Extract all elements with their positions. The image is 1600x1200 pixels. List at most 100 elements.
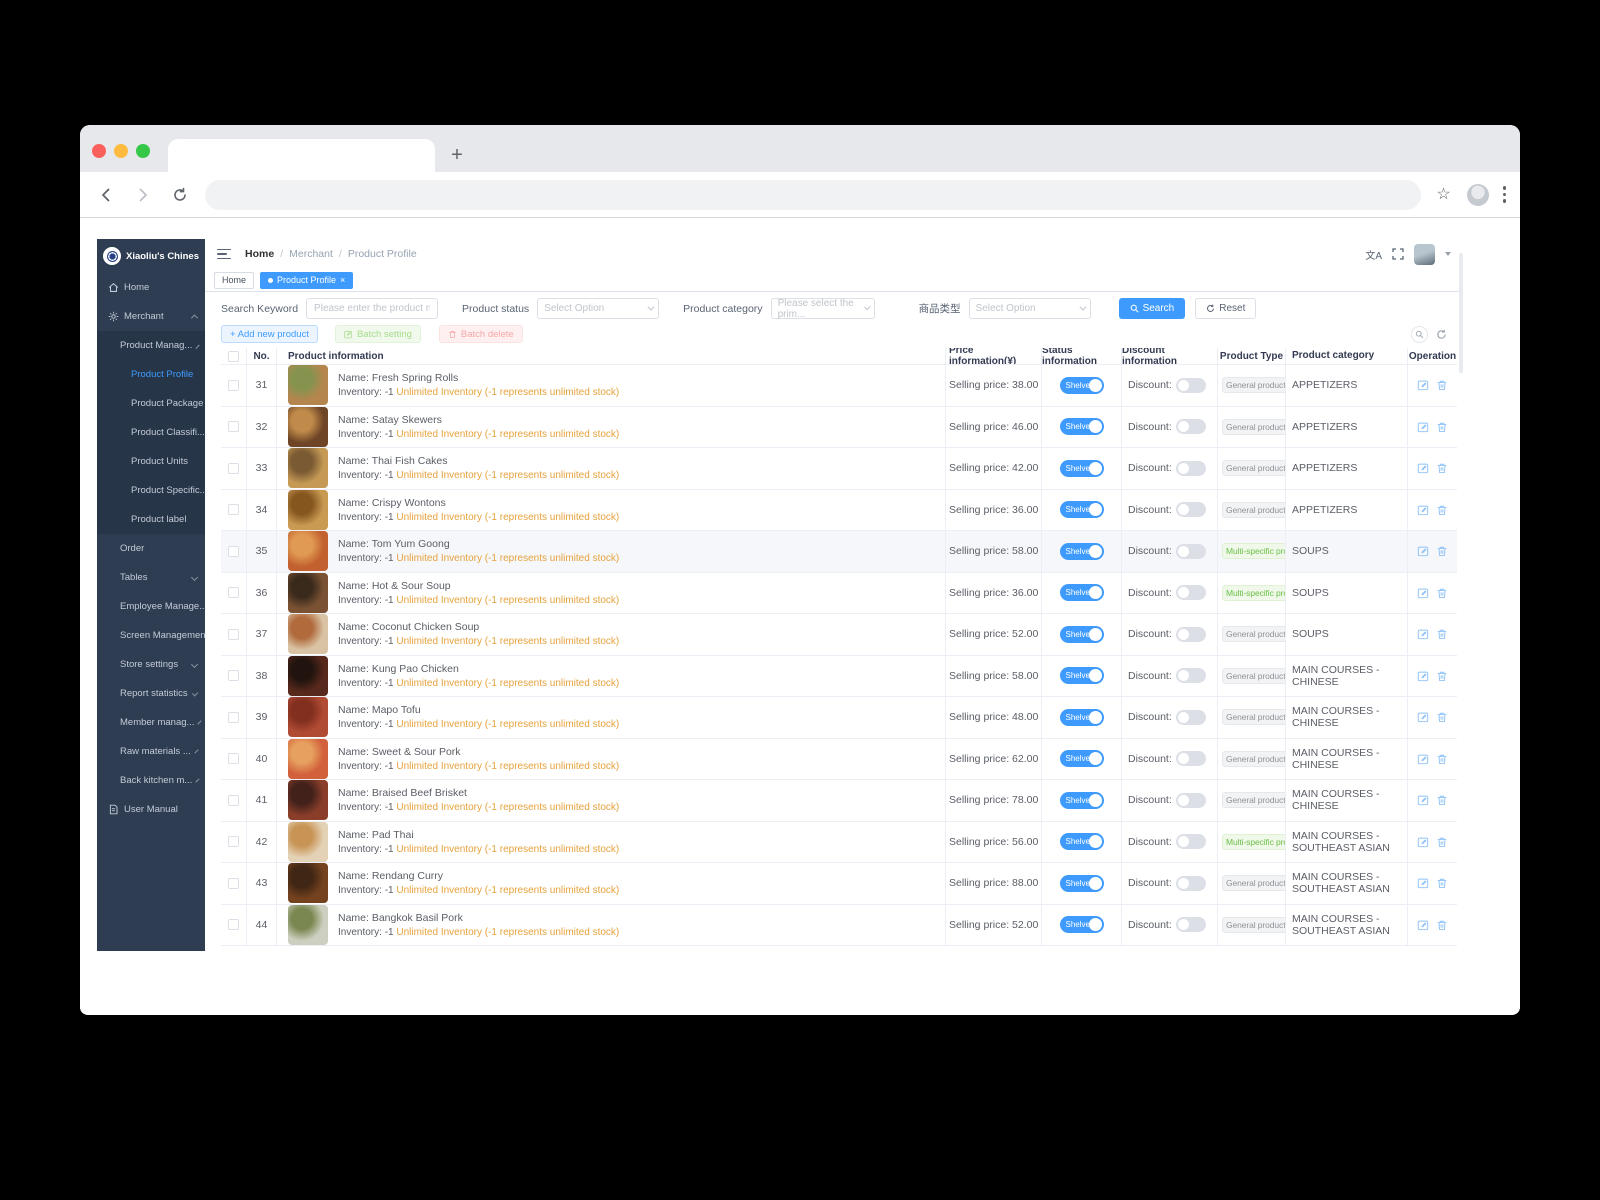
discount-toggle[interactable] <box>1176 419 1206 434</box>
edit-icon[interactable] <box>1417 877 1429 889</box>
edit-icon[interactable] <box>1417 753 1429 765</box>
tag-view-home[interactable]: Home <box>214 272 254 289</box>
row-checkbox[interactable] <box>228 712 239 723</box>
discount-toggle[interactable] <box>1176 627 1206 642</box>
discount-toggle[interactable] <box>1176 917 1206 932</box>
edit-icon[interactable] <box>1417 794 1429 806</box>
edit-icon[interactable] <box>1417 462 1429 474</box>
discount-toggle[interactable] <box>1176 710 1206 725</box>
delete-icon[interactable] <box>1436 753 1448 765</box>
row-checkbox[interactable] <box>228 836 239 847</box>
new-tab-button[interactable]: + <box>444 143 470 169</box>
shelves-toggle[interactable]: Shelves <box>1060 792 1104 809</box>
delete-icon[interactable] <box>1436 836 1448 848</box>
edit-icon[interactable] <box>1417 504 1429 516</box>
batch-setting-button[interactable]: Batch setting <box>335 325 421 343</box>
browser-profile-avatar[interactable] <box>1467 184 1489 206</box>
sidebar-item-store-settings[interactable]: Store settings <box>97 650 205 679</box>
row-checkbox[interactable] <box>228 919 239 930</box>
reload-icon[interactable] <box>168 183 192 207</box>
table-search-icon[interactable] <box>1411 326 1428 343</box>
sidebar-item-product-classifi[interactable]: Product Classifi... <box>97 418 205 447</box>
shelves-toggle[interactable]: Shelves <box>1060 543 1104 560</box>
cn-type-select[interactable]: Select Option <box>969 298 1091 319</box>
delete-icon[interactable] <box>1436 587 1448 599</box>
row-checkbox[interactable] <box>228 878 239 889</box>
category-select[interactable]: Please select the prim... <box>771 298 875 319</box>
delete-icon[interactable] <box>1436 504 1448 516</box>
breadcrumb-merchant[interactable]: Merchant <box>289 248 333 260</box>
status-select[interactable]: Select Option <box>537 298 659 319</box>
shelves-toggle[interactable]: Shelves <box>1060 501 1104 518</box>
maximize-window-button[interactable] <box>136 144 150 158</box>
bookmark-star-icon[interactable]: ☆ <box>1433 184 1455 206</box>
sidebar-item-product-package[interactable]: Product Package <box>97 389 205 418</box>
sidebar-item-back-kitchen-m[interactable]: Back kitchen m... <box>97 766 205 795</box>
edit-icon[interactable] <box>1417 421 1429 433</box>
user-avatar[interactable] <box>1414 244 1435 265</box>
sidebar-item-order[interactable]: Order <box>97 534 205 563</box>
browser-menu-icon[interactable] <box>1503 186 1507 203</box>
row-checkbox[interactable] <box>228 629 239 640</box>
back-icon[interactable] <box>94 183 118 207</box>
keyword-input[interactable] <box>306 298 438 319</box>
shelves-toggle[interactable]: Shelves <box>1060 626 1104 643</box>
row-checkbox[interactable] <box>228 753 239 764</box>
edit-icon[interactable] <box>1417 545 1429 557</box>
translate-icon[interactable]: 文A <box>1365 247 1382 262</box>
tag-view-product-profile[interactable]: Product Profile × <box>260 272 353 289</box>
shelves-toggle[interactable]: Shelves <box>1060 377 1104 394</box>
row-checkbox[interactable] <box>228 587 239 598</box>
sidebar-item-product-units[interactable]: Product Units <box>97 447 205 476</box>
sidebar-item-member-manag[interactable]: Member manag... <box>97 708 205 737</box>
row-checkbox[interactable] <box>228 380 239 391</box>
browser-tab[interactable] <box>168 139 435 172</box>
discount-toggle[interactable] <box>1176 751 1206 766</box>
sidebar-item-tables[interactable]: Tables <box>97 563 205 592</box>
edit-icon[interactable] <box>1417 379 1429 391</box>
edit-icon[interactable] <box>1417 711 1429 723</box>
sidebar-item-product-specific[interactable]: Product Specific... <box>97 476 205 505</box>
delete-icon[interactable] <box>1436 545 1448 557</box>
forward-icon[interactable] <box>131 183 155 207</box>
sidebar-item-report-statistics[interactable]: Report statistics <box>97 679 205 708</box>
row-checkbox[interactable] <box>228 546 239 557</box>
shelves-toggle[interactable]: Shelves <box>1060 460 1104 477</box>
delete-icon[interactable] <box>1436 877 1448 889</box>
close-icon[interactable]: × <box>340 275 345 285</box>
breadcrumb-home[interactable]: Home <box>245 248 274 260</box>
delete-icon[interactable] <box>1436 379 1448 391</box>
delete-icon[interactable] <box>1436 794 1448 806</box>
sidebar-item-user-manual[interactable]: User Manual <box>97 795 205 824</box>
discount-toggle[interactable] <box>1176 378 1206 393</box>
chevron-down-icon[interactable] <box>1445 252 1451 256</box>
shelves-toggle[interactable]: Shelves <box>1060 667 1104 684</box>
sidebar-item-raw-materials[interactable]: Raw materials ... <box>97 737 205 766</box>
search-button[interactable]: Search <box>1119 298 1186 319</box>
shelves-toggle[interactable]: Shelves <box>1060 875 1104 892</box>
discount-toggle[interactable] <box>1176 793 1206 808</box>
edit-icon[interactable] <box>1417 670 1429 682</box>
delete-icon[interactable] <box>1436 421 1448 433</box>
sidebar-item-screen-management[interactable]: Screen Management <box>97 621 205 650</box>
add-new-product-button[interactable]: + Add new product <box>221 325 318 343</box>
shelves-toggle[interactable]: Shelves <box>1060 916 1104 933</box>
delete-icon[interactable] <box>1436 628 1448 640</box>
discount-toggle[interactable] <box>1176 544 1206 559</box>
discount-toggle[interactable] <box>1176 834 1206 849</box>
delete-icon[interactable] <box>1436 670 1448 682</box>
table-refresh-icon[interactable] <box>1436 329 1447 340</box>
edit-icon[interactable] <box>1417 919 1429 931</box>
sidebar-item-product-profile[interactable]: Product Profile <box>97 360 205 389</box>
sidebar-item-home[interactable]: Home <box>97 273 205 302</box>
sidebar-item-employee-manage[interactable]: Employee Manage... <box>97 592 205 621</box>
row-checkbox[interactable] <box>228 463 239 474</box>
address-bar[interactable] <box>205 180 1421 210</box>
page-scrollbar[interactable] <box>1459 253 1463 373</box>
delete-icon[interactable] <box>1436 919 1448 931</box>
edit-icon[interactable] <box>1417 836 1429 848</box>
discount-toggle[interactable] <box>1176 876 1206 891</box>
delete-icon[interactable] <box>1436 462 1448 474</box>
fullscreen-icon[interactable] <box>1392 248 1404 260</box>
close-window-button[interactable] <box>92 144 106 158</box>
